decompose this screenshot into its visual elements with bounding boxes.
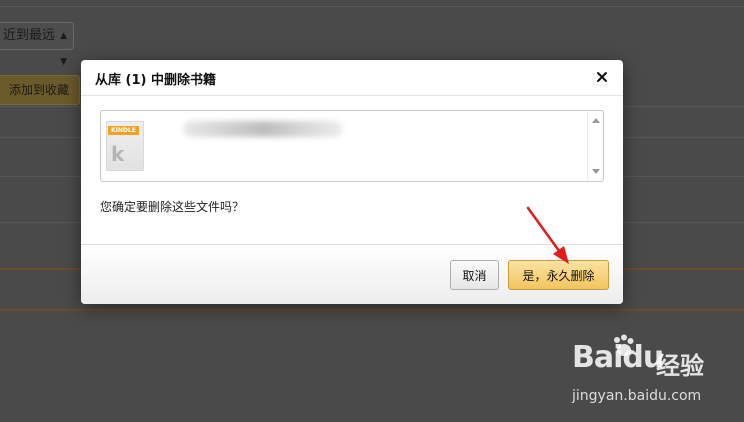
sort-select[interactable]: 近到最远 ▲ ▼ xyxy=(0,22,74,67)
scroll-up-arrow-icon[interactable] xyxy=(592,118,600,123)
close-icon xyxy=(597,72,607,82)
add-to-collection-button[interactable]: 添加到收藏 xyxy=(0,75,80,105)
dialog-footer: 取消 是，永久删除 xyxy=(81,244,623,304)
baidu-paw-icon xyxy=(614,334,634,356)
kindle-badge: KINDLE xyxy=(108,126,139,135)
baidu-watermark: Baidu 经验 jingyan.baidu.com xyxy=(570,334,730,410)
sort-select-label: 近到最远 xyxy=(3,28,56,43)
close-button[interactable] xyxy=(593,68,611,86)
jingyan-label: 经验 xyxy=(656,352,704,380)
blurred-book-title xyxy=(183,121,343,137)
kindle-k-icon: k xyxy=(111,142,125,166)
bg-divider xyxy=(0,6,744,7)
bg-divider xyxy=(0,309,744,311)
delete-books-dialog: 从库 (1) 中删除书籍 KINDLE k 您确定要删除这些文件吗？ 取消 是，… xyxy=(81,60,623,304)
file-list: KINDLE k xyxy=(100,110,604,182)
confirm-question: 您确定要删除这些文件吗？ xyxy=(100,200,245,214)
cancel-button[interactable]: 取消 xyxy=(450,260,499,290)
dialog-header: 从库 (1) 中删除书籍 xyxy=(81,60,623,96)
sort-caret-icon: ▲ ▼ xyxy=(60,31,67,67)
watermark-url: jingyan.baidu.com xyxy=(572,388,702,404)
file-list-scrollbar[interactable] xyxy=(587,111,603,181)
scroll-down-arrow-icon[interactable] xyxy=(592,169,600,174)
book-cover-thumbnail: KINDLE k xyxy=(106,121,144,171)
dialog-title: 从库 (1) 中删除书籍 xyxy=(95,73,216,88)
permanently-delete-button[interactable]: 是，永久删除 xyxy=(508,260,609,290)
